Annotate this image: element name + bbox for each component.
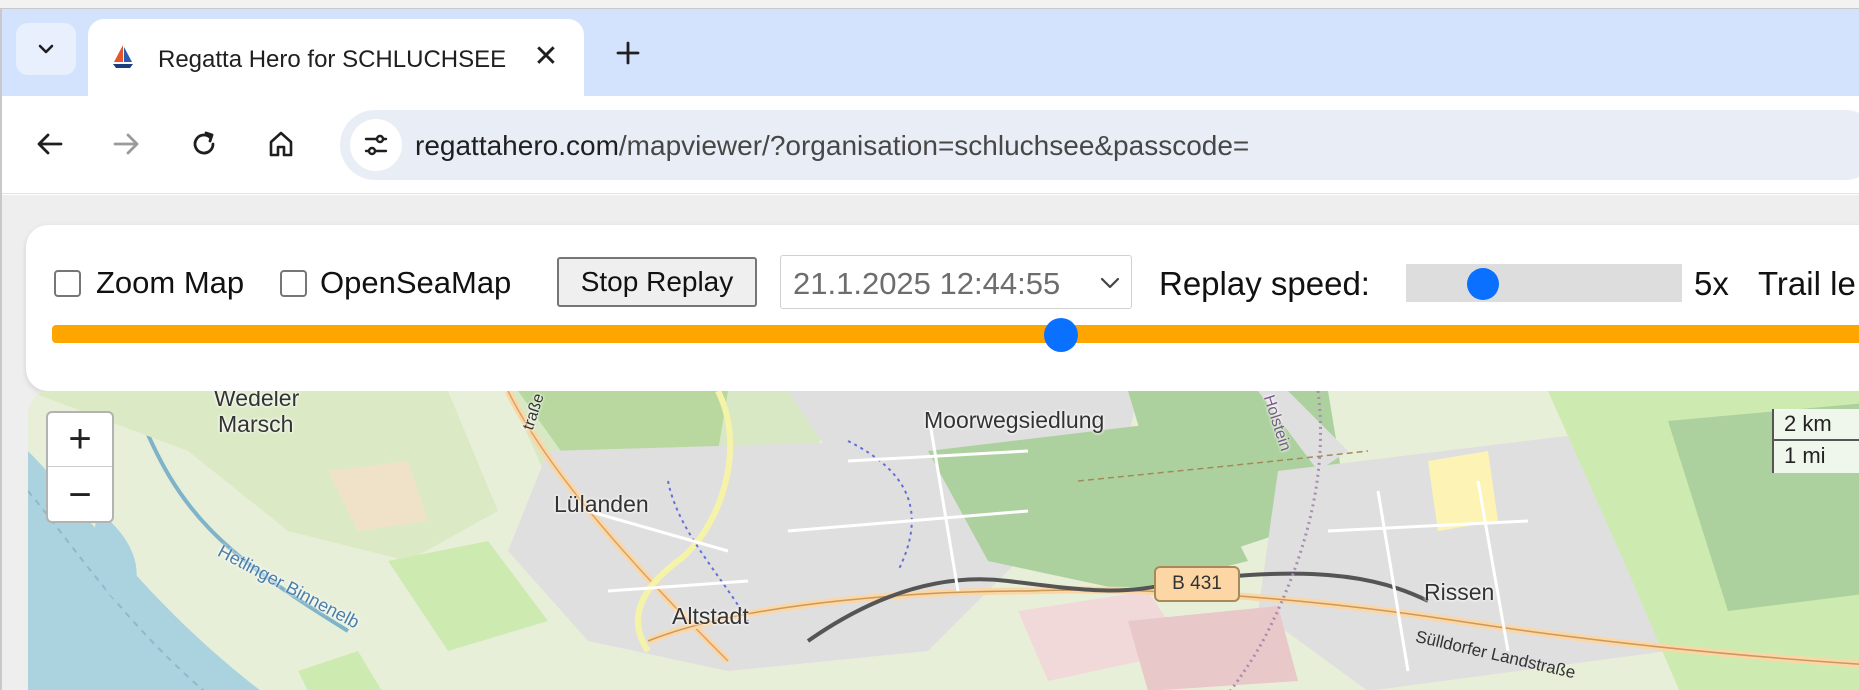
arrow-right-icon <box>113 133 139 155</box>
tab-title: Regatta Hero for SCHLUCHSEE <box>158 46 507 73</box>
replay-datetime-value: 21.1.2025 12:44:55 <box>793 266 1061 301</box>
home-button[interactable] <box>255 118 307 170</box>
replay-speed-slider[interactable] <box>1406 264 1682 302</box>
back-button[interactable] <box>24 118 76 170</box>
reload-icon <box>193 131 215 155</box>
site-info-button[interactable] <box>350 119 402 171</box>
browser-window: Regatta Hero for SCHLUCHSEE ✕ regattaher… <box>0 8 1859 690</box>
zoom-out-button[interactable]: − <box>48 468 112 522</box>
tab-search-button[interactable] <box>16 23 76 75</box>
map-label-altstadt: Altstadt <box>672 603 749 629</box>
scale-bar-mi: 1 mi <box>1772 441 1859 473</box>
replay-datetime-select[interactable]: 21.1.2025 12:44:55 <box>780 255 1132 309</box>
new-tab-button[interactable] <box>608 33 648 73</box>
road-shield-b431: B 431 <box>1154 566 1240 602</box>
trail-length-label: Trail le <box>1758 265 1856 302</box>
map-label-marsch: Marsch <box>218 411 294 437</box>
map-label-rissen: Rissen <box>1424 579 1495 605</box>
zoom-control: + − <box>46 411 114 523</box>
chevron-down-icon <box>1100 277 1120 289</box>
plus-icon <box>616 41 640 65</box>
map-label-wedeler: Wedeler <box>214 391 300 411</box>
close-tab-icon[interactable]: ✕ <box>528 38 564 74</box>
zoom-map-label: Zoom Map <box>96 265 245 300</box>
page-content: Zoom Map OpenSeaMap Stop Replay 21.1.202… <box>2 195 1859 690</box>
replay-speed-label: Replay speed: <box>1159 265 1370 302</box>
replay-speed-slider-thumb[interactable] <box>1467 268 1500 300</box>
opensea-map-checkbox[interactable] <box>280 270 307 297</box>
reload-button[interactable] <box>178 118 230 170</box>
stop-replay-button[interactable]: Stop Replay <box>557 257 757 307</box>
opensea-map-label: OpenSeaMap <box>320 265 512 300</box>
address-bar[interactable]: regattahero.com/mapviewer/?organisation=… <box>340 110 1859 180</box>
url-host: regattahero.com <box>415 130 619 161</box>
zoom-map-checkbox[interactable] <box>54 270 81 297</box>
map-label-lulanden: Lülanden <box>554 491 649 517</box>
tune-icon <box>364 134 388 156</box>
url-path: /mapviewer/?organisation=schluchsee&pass… <box>618 130 1250 161</box>
replay-timeline-thumb[interactable] <box>1043 318 1078 352</box>
control-row: Zoom Map OpenSeaMap Stop Replay 21.1.202… <box>26 255 1859 309</box>
forward-button[interactable] <box>100 118 152 170</box>
map-label-moorwegsiedlung: Moorwegsiedlung <box>924 407 1105 433</box>
home-icon <box>269 131 293 157</box>
browser-toolbar: regattahero.com/mapviewer/?organisation=… <box>2 96 1859 194</box>
zoom-in-button[interactable]: + <box>48 413 112 467</box>
arrow-left-icon <box>37 133 63 155</box>
active-tab[interactable]: Regatta Hero for SCHLUCHSEE ✕ <box>88 19 584 97</box>
map-tiles <box>28 391 1859 690</box>
tab-strip: Regatta Hero for SCHLUCHSEE ✕ <box>2 9 1859 97</box>
replay-timeline-slider[interactable] <box>52 318 1859 352</box>
scale-bar-km: 2 km <box>1772 409 1859 441</box>
replay-control-panel: Zoom Map OpenSeaMap Stop Replay 21.1.202… <box>26 225 1859 391</box>
replay-speed-value: 5x <box>1694 265 1729 302</box>
map-view[interactable]: Wedeler Marsch Moorwegsiedlung Lülanden … <box>28 391 1859 690</box>
chevron-down-icon <box>38 44 54 54</box>
url-text[interactable]: regattahero.com/mapviewer/?organisation=… <box>415 130 1249 162</box>
sailboat-icon <box>113 45 133 68</box>
